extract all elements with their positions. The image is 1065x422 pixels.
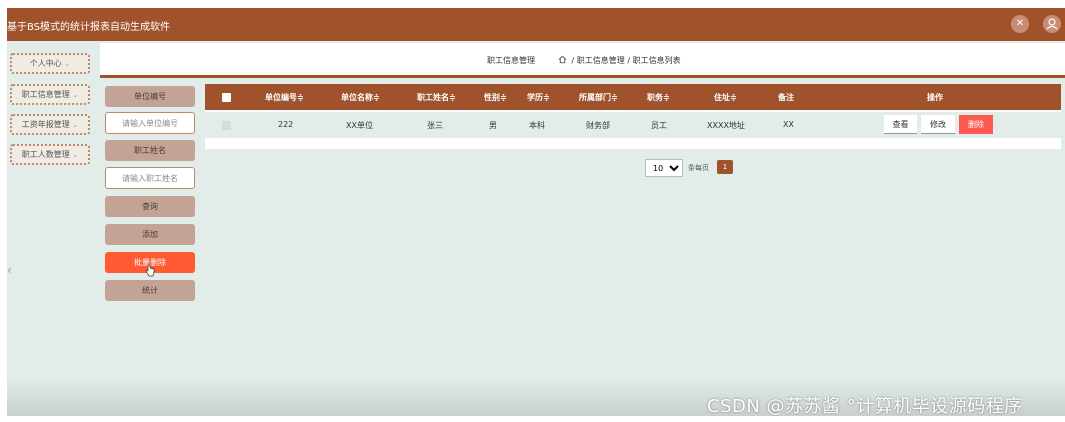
cell-unit-id: 222 (278, 120, 294, 129)
cell-gender: 男 (489, 121, 497, 130)
page-title: 职工信息管理 (487, 56, 535, 65)
statistics-button[interactable]: 统计 (105, 280, 195, 301)
hand-cursor-icon (145, 264, 155, 277)
select-all-checkbox[interactable] (222, 93, 231, 102)
cell-position: 员工 (651, 121, 667, 130)
per-page-label: 条每页 (688, 164, 709, 172)
table-row: 222 XX单位 张三 男 本科 财务部 员工 XXXX地址 XX 查看 修改 … (205, 112, 1061, 138)
chevron-down-icon: ⌄ (72, 91, 79, 99)
unit-id-label: 单位编号 (105, 86, 195, 107)
breadcrumb-bar: 职工信息管理 / 职工信息管理 / 职工信息列表 (100, 43, 1065, 78)
table-header: 单位编号≑ 单位名称≑ 职工姓名≑ 性别≑ 学历≑ 所属部门≑ 职务≑ 住址≑ … (205, 84, 1061, 110)
column-header[interactable]: 单位名称≑ (341, 92, 380, 103)
column-header[interactable]: 职工姓名≑ (417, 92, 456, 103)
sidebar: 个人中心 ⌄ 职工信息管理 ⌄ 工资年报管理 ⌄ 职工人数管理 ⌄ (7, 41, 100, 416)
column-header[interactable]: 性别≑ (484, 92, 507, 103)
column-header: 备注 (778, 93, 794, 102)
column-header[interactable]: 住址≑ (714, 92, 737, 103)
cell-education: 本科 (529, 121, 545, 130)
chevron-down-icon: ⌄ (64, 60, 71, 68)
add-button[interactable]: 添加 (105, 224, 195, 245)
cell-remark: XX (783, 120, 794, 129)
chevron-left-icon[interactable]: ‹ (7, 263, 12, 277)
top-bar: 基于BS模式的统计报表自动生成软件 ✕ (7, 8, 1065, 41)
column-header[interactable]: 所属部门≑ (579, 92, 618, 103)
chevron-down-icon: ⌄ (72, 151, 79, 159)
sidebar-item-label: 职工信息管理 (21, 90, 70, 99)
delete-button[interactable]: 删除 (959, 115, 993, 134)
sidebar-item-label: 工资年报管理 (21, 120, 70, 129)
employee-name-label: 职工姓名 (105, 140, 195, 161)
user-avatar-icon[interactable] (1043, 15, 1061, 33)
batch-delete-button[interactable]: 批量删除 (105, 252, 195, 277)
watermark: CSDN @苏苏酱 °计算机毕设源码程序 (707, 396, 1023, 416)
employee-name-input[interactable] (105, 167, 195, 189)
sidebar-item-employee-info[interactable]: 职工信息管理 ⌄ (10, 84, 90, 105)
unit-id-input[interactable] (105, 112, 195, 134)
employee-table: 单位编号≑ 单位名称≑ 职工姓名≑ 性别≑ 学历≑ 所属部门≑ 职务≑ 住址≑ … (205, 84, 1061, 149)
cell-department: 财务部 (586, 121, 610, 130)
sidebar-item-personal-center[interactable]: 个人中心 ⌄ (10, 53, 90, 74)
sidebar-item-label: 个人中心 (29, 59, 62, 68)
breadcrumb-path: / 职工信息管理 / 职工信息列表 (571, 56, 681, 65)
cell-address: XXXX地址 (707, 121, 745, 130)
view-button[interactable]: 查看 (884, 115, 917, 134)
app-title: 基于BS模式的统计报表自动生成软件 (7, 22, 171, 33)
column-header[interactable]: 学历≑ (527, 92, 550, 103)
sidebar-item-salary-report[interactable]: 工资年报管理 ⌄ (10, 114, 90, 135)
cell-unit-name: XX单位 (346, 121, 373, 130)
sidebar-item-label: 职工人数管理 (21, 150, 70, 159)
column-header[interactable]: 单位编号≑ (265, 92, 304, 103)
row-checkbox[interactable] (222, 121, 231, 130)
chevron-down-icon: ⌄ (72, 121, 79, 129)
column-header[interactable]: 职务≑ (647, 92, 670, 103)
edit-button[interactable]: 修改 (921, 115, 955, 134)
page-number-button[interactable]: 1 (717, 160, 733, 174)
home-icon[interactable] (558, 55, 567, 64)
search-button[interactable]: 查询 (105, 196, 195, 217)
breadcrumb: / 职工信息管理 / 职工信息列表 (558, 55, 681, 66)
app-window: 基于BS模式的统计报表自动生成软件 ✕ 个人中心 ⌄ 职工信息管理 ⌄ 工资年报… (7, 8, 1065, 416)
cell-employee-name: 张三 (427, 121, 443, 130)
column-header: 操作 (927, 93, 943, 102)
close-icon[interactable]: ✕ (1011, 15, 1029, 33)
page-size-select[interactable]: 10 (645, 159, 683, 177)
sidebar-item-headcount[interactable]: 职工人数管理 ⌄ (10, 144, 90, 165)
